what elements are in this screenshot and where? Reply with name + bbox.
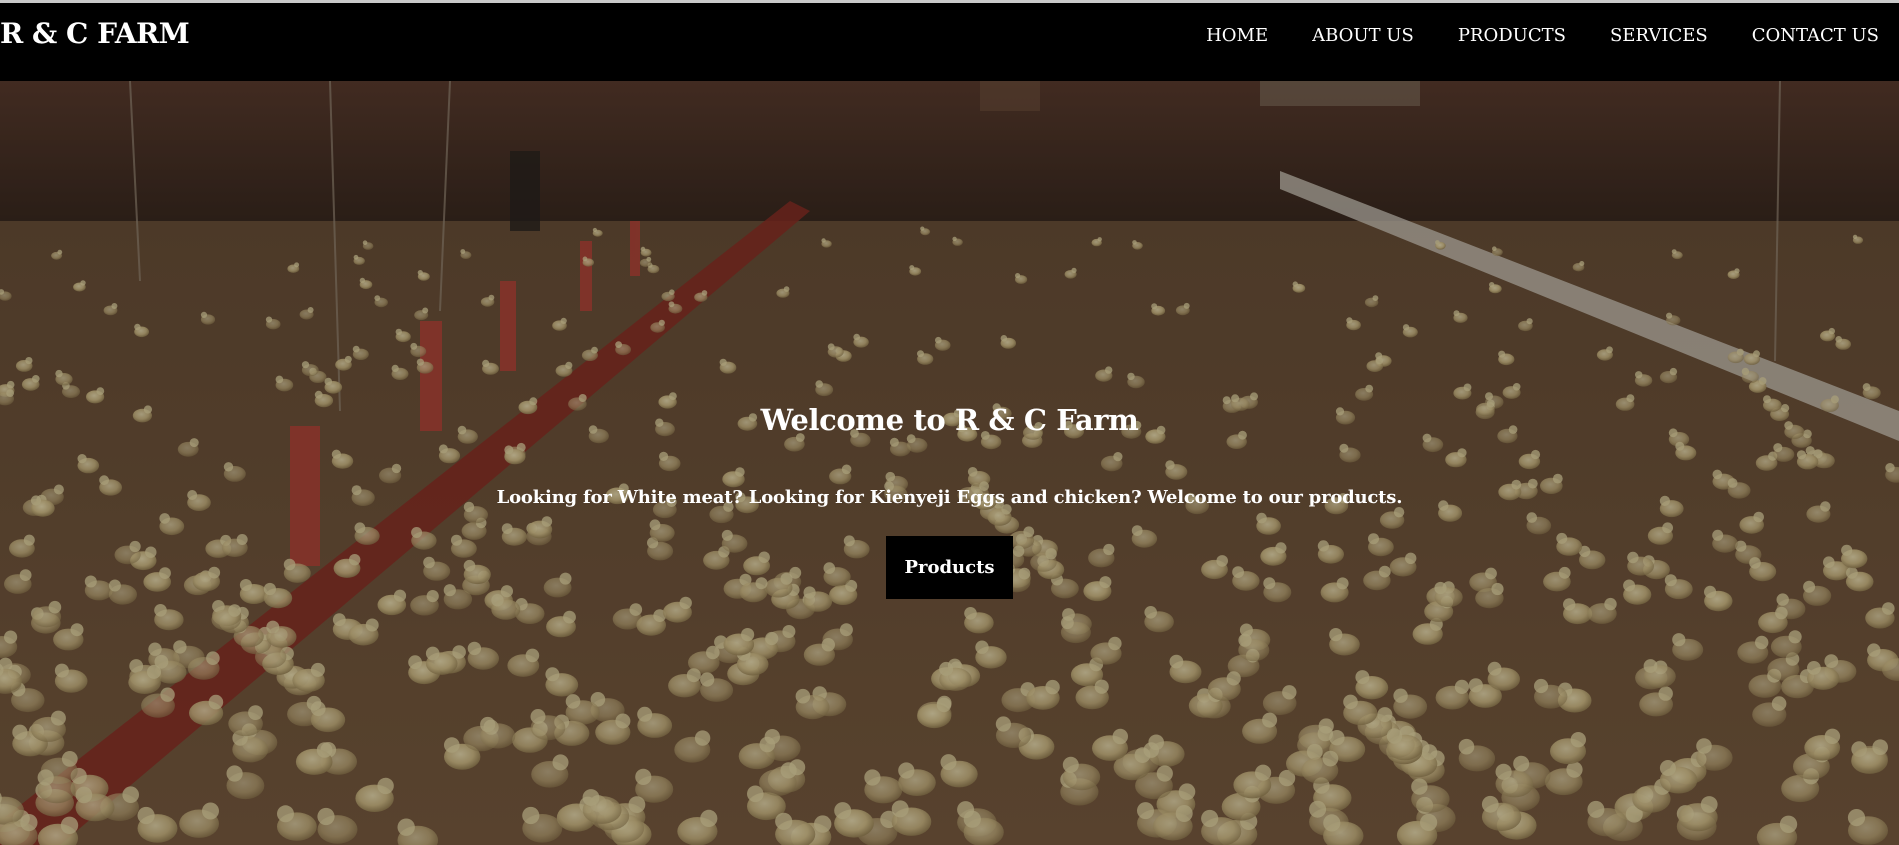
hero-subtitle: Looking for White meat? Looking for Kien… [496,487,1403,508]
site-brand[interactable]: R & C FARM [0,17,190,50]
nav-link-contact-us[interactable]: CONTACT US [1752,25,1879,46]
nav-link-home[interactable]: HOME [1206,25,1268,46]
hero-section: Welcome to R & C Farm Looking for White … [0,81,1899,845]
nav-menu: HOME ABOUT US PRODUCTS SERVICES CONTACT … [1206,25,1879,46]
hero-content: Welcome to R & C Farm Looking for White … [0,403,1899,599]
hero-title: Welcome to R & C Farm [760,403,1139,437]
navbar: R & C FARM HOME ABOUT US PRODUCTS SERVIC… [0,3,1899,81]
products-button[interactable]: Products [886,536,1013,599]
nav-link-services[interactable]: SERVICES [1610,25,1708,46]
nav-link-products[interactable]: PRODUCTS [1458,25,1566,46]
nav-link-about-us[interactable]: ABOUT US [1312,25,1414,46]
